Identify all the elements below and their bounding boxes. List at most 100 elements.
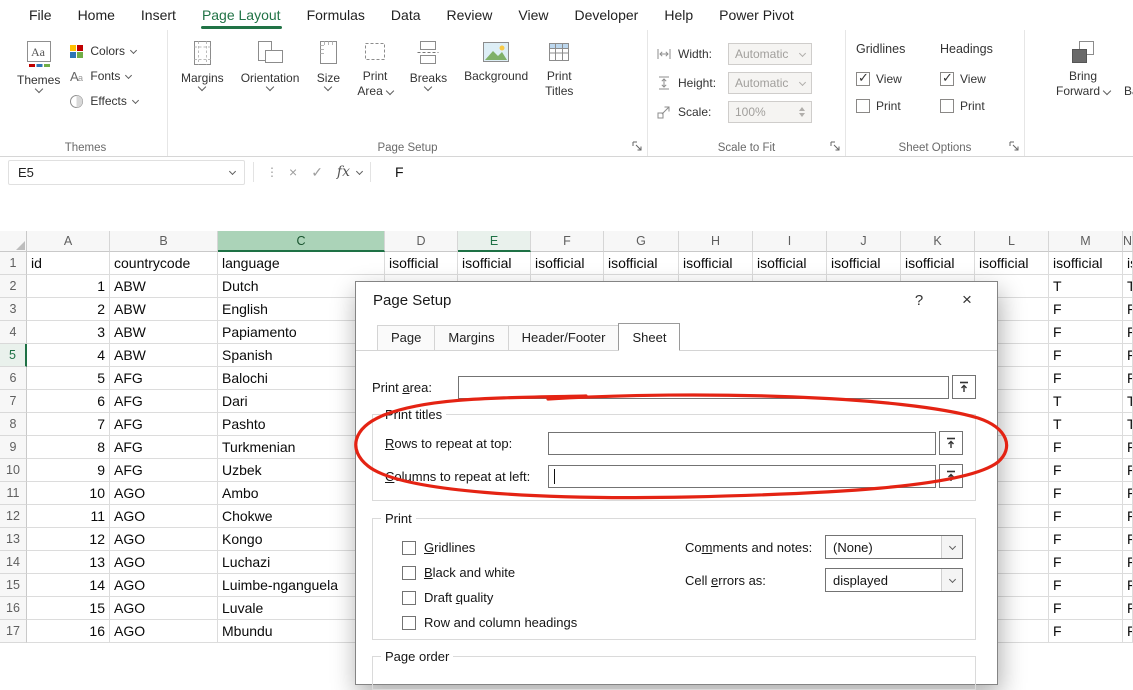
- menu-tab-help[interactable]: Help: [651, 0, 706, 30]
- menu-tab-data[interactable]: Data: [378, 0, 434, 30]
- cell-M14[interactable]: F: [1049, 551, 1123, 574]
- menu-tab-page-layout[interactable]: Page Layout: [189, 0, 294, 30]
- cell-N15[interactable]: F: [1123, 574, 1133, 597]
- column-header-L[interactable]: L: [975, 231, 1049, 252]
- cell-M5[interactable]: F: [1049, 344, 1123, 367]
- cell-N3[interactable]: F: [1123, 298, 1133, 321]
- cell-M1[interactable]: isofficial: [1049, 252, 1123, 275]
- cell-M9[interactable]: F: [1049, 436, 1123, 459]
- cell-N4[interactable]: F: [1123, 321, 1133, 344]
- headings-view-checkbox[interactable]: [940, 72, 954, 86]
- formula-bar-grip-icon[interactable]: ⋮: [266, 165, 278, 179]
- cell-A13[interactable]: 12: [27, 528, 110, 551]
- cell-B13[interactable]: AGO: [110, 528, 218, 551]
- column-header-C[interactable]: C: [218, 231, 385, 252]
- enter-icon[interactable]: ✓: [311, 164, 323, 181]
- cell-M16[interactable]: F: [1049, 597, 1123, 620]
- print-area-button[interactable]: Print Area: [352, 35, 397, 103]
- column-header-G[interactable]: G: [604, 231, 679, 252]
- cell-N8[interactable]: T: [1123, 413, 1133, 436]
- cell-A6[interactable]: 5: [27, 367, 110, 390]
- print-area-input[interactable]: [458, 376, 949, 399]
- cancel-icon[interactable]: ×: [289, 164, 297, 180]
- column-header-A[interactable]: A: [27, 231, 110, 252]
- row-header-13[interactable]: 13: [0, 528, 27, 551]
- margins-button[interactable]: Margins: [176, 35, 229, 94]
- column-header-N[interactable]: N: [1123, 231, 1133, 252]
- row-header-1[interactable]: 1: [0, 252, 27, 275]
- row-header-15[interactable]: 15: [0, 574, 27, 597]
- cell-B4[interactable]: ABW: [110, 321, 218, 344]
- cell-N17[interactable]: F: [1123, 620, 1133, 643]
- menu-tab-home[interactable]: Home: [65, 0, 128, 30]
- cell-N10[interactable]: F: [1123, 459, 1133, 482]
- print-titles-button[interactable]: Print Titles: [540, 35, 578, 103]
- cell-A17[interactable]: 16: [27, 620, 110, 643]
- column-header-H[interactable]: H: [679, 231, 753, 252]
- cell-B9[interactable]: AFG: [110, 436, 218, 459]
- row-header-11[interactable]: 11: [0, 482, 27, 505]
- cell-N16[interactable]: F: [1123, 597, 1133, 620]
- cell-B10[interactable]: AFG: [110, 459, 218, 482]
- cell-M8[interactable]: T: [1049, 413, 1123, 436]
- comments-and-notes-dropdown[interactable]: (None): [825, 535, 963, 559]
- column-header-J[interactable]: J: [827, 231, 901, 252]
- columns-to-repeat-collapse-button[interactable]: [939, 464, 963, 488]
- cell-N5[interactable]: F: [1123, 344, 1133, 367]
- cell-A3[interactable]: 2: [27, 298, 110, 321]
- cell-A10[interactable]: 9: [27, 459, 110, 482]
- bring-forward-button[interactable]: Bring Forward: [1051, 35, 1115, 103]
- cell-B5[interactable]: ABW: [110, 344, 218, 367]
- cell-B2[interactable]: ABW: [110, 275, 218, 298]
- cell-N6[interactable]: F: [1123, 367, 1133, 390]
- dialog-tab-header-footer[interactable]: Header/Footer: [508, 325, 620, 351]
- cell-A11[interactable]: 10: [27, 482, 110, 505]
- column-header-B[interactable]: B: [110, 231, 218, 252]
- headings-print-checkbox[interactable]: [940, 99, 954, 113]
- menu-tab-power-pivot[interactable]: Power Pivot: [706, 0, 807, 30]
- menu-tab-view[interactable]: View: [505, 0, 561, 30]
- row-header-9[interactable]: 9: [0, 436, 27, 459]
- size-button[interactable]: Size: [311, 35, 345, 94]
- cell-N2[interactable]: T: [1123, 275, 1133, 298]
- cell-N11[interactable]: F: [1123, 482, 1133, 505]
- cell-A1[interactable]: id: [27, 252, 110, 275]
- cell-B7[interactable]: AFG: [110, 390, 218, 413]
- cell-B12[interactable]: AGO: [110, 505, 218, 528]
- cell-M13[interactable]: F: [1049, 528, 1123, 551]
- cell-A5[interactable]: 4: [27, 344, 110, 367]
- dialog-tab-page[interactable]: Page: [377, 325, 435, 351]
- columns-to-repeat-input[interactable]: [548, 465, 936, 488]
- cell-M10[interactable]: F: [1049, 459, 1123, 482]
- height-dropdown[interactable]: Automatic: [728, 72, 812, 94]
- row-header-3[interactable]: 3: [0, 298, 27, 321]
- row-header-17[interactable]: 17: [0, 620, 27, 643]
- column-header-M[interactable]: M: [1049, 231, 1123, 252]
- row-header-7[interactable]: 7: [0, 390, 27, 413]
- cell-J1[interactable]: isofficial: [827, 252, 901, 275]
- cell-N9[interactable]: F: [1123, 436, 1133, 459]
- orientation-button[interactable]: Orientation: [236, 35, 305, 94]
- row-header-12[interactable]: 12: [0, 505, 27, 528]
- width-dropdown[interactable]: Automatic: [728, 43, 812, 65]
- cell-N12[interactable]: F: [1123, 505, 1133, 528]
- cell-H1[interactable]: isofficial: [679, 252, 753, 275]
- cell-B14[interactable]: AGO: [110, 551, 218, 574]
- background-button[interactable]: Background: [459, 35, 533, 87]
- cell-A14[interactable]: 13: [27, 551, 110, 574]
- cell-N13[interactable]: F: [1123, 528, 1133, 551]
- cell-M7[interactable]: T: [1049, 390, 1123, 413]
- menu-tab-review[interactable]: Review: [434, 0, 506, 30]
- dropdown-arrow-button[interactable]: [941, 569, 962, 591]
- cell-M17[interactable]: F: [1049, 620, 1123, 643]
- row-header-6[interactable]: 6: [0, 367, 27, 390]
- cell-B3[interactable]: ABW: [110, 298, 218, 321]
- name-box[interactable]: E5: [8, 160, 245, 185]
- menu-tab-developer[interactable]: Developer: [562, 0, 652, 30]
- cell-B17[interactable]: AGO: [110, 620, 218, 643]
- menu-tab-insert[interactable]: Insert: [128, 0, 189, 30]
- help-icon[interactable]: ?: [891, 292, 947, 309]
- effects-button[interactable]: Effects: [65, 91, 141, 111]
- row-header-2[interactable]: 2: [0, 275, 27, 298]
- scale-to-fit-dialog-launcher[interactable]: [829, 140, 841, 152]
